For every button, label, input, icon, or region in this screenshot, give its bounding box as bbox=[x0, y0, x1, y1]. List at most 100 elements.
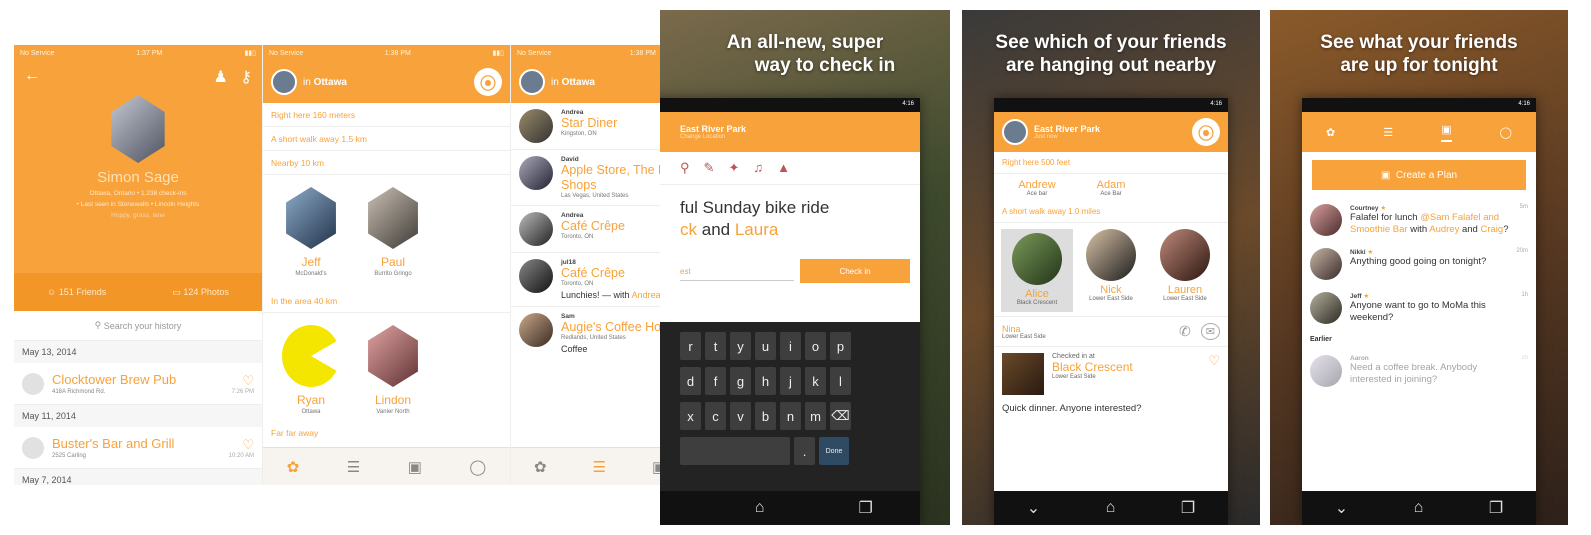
home-icon[interactable]: ⌂ bbox=[755, 499, 765, 517]
add-friend-icon[interactable]: ♟ bbox=[213, 69, 227, 86]
keyboard-key[interactable]: j bbox=[780, 367, 801, 395]
history-item[interactable]: Clocktower Brew Pub 418A Richmond Rd. ♡ … bbox=[14, 363, 262, 405]
period-key[interactable]: . bbox=[794, 437, 815, 465]
friend-card[interactable]: Paul Burrito Gringo bbox=[363, 187, 423, 277]
friend-card[interactable]: Ryan Ottawa bbox=[281, 325, 341, 415]
keyboard-key[interactable]: o bbox=[805, 332, 826, 360]
plan-message[interactable]: Nikki ★ Anything good going on tonight? … bbox=[1302, 242, 1536, 286]
message-friend-mention[interactable]: Craig bbox=[1480, 224, 1503, 235]
food-icon[interactable]: ✎ bbox=[704, 160, 715, 176]
user-avatar[interactable] bbox=[271, 69, 297, 95]
current-city[interactable]: in Ottawa bbox=[303, 77, 474, 88]
friend-detail-row[interactable]: Nina Lower East Side ✆ ✉ bbox=[994, 316, 1228, 347]
check-in-button[interactable]: ⦿ bbox=[1192, 118, 1220, 146]
recents-icon[interactable]: ❐ bbox=[1181, 498, 1195, 518]
drink-icon[interactable]: ✦ bbox=[728, 160, 739, 176]
keyboard-key[interactable]: x bbox=[680, 402, 701, 430]
key-icon[interactable]: ⚷ bbox=[240, 69, 252, 86]
recents-icon[interactable]: ❐ bbox=[1489, 498, 1503, 518]
history-search[interactable]: ⚲ Search your history bbox=[14, 311, 262, 341]
keyboard-key[interactable]: p bbox=[830, 332, 851, 360]
keyboard-key[interactable]: ⌫ bbox=[830, 402, 851, 430]
tab-nearby-icon[interactable]: ✿ bbox=[1326, 126, 1335, 139]
headline-line-2: way to check in bbox=[754, 54, 896, 76]
keyboard-key[interactable]: h bbox=[755, 367, 776, 395]
check-in-submit-button[interactable]: Check in bbox=[800, 259, 910, 284]
friend-card[interactable]: Adam Ace Bar bbox=[1075, 176, 1147, 197]
tab-messages-icon[interactable]: ◯ bbox=[469, 458, 486, 476]
tab-messages-icon[interactable]: ◯ bbox=[1500, 126, 1512, 139]
promo-check-in: An all-new, super way to check in 4:16 E… bbox=[660, 10, 950, 525]
status-time: 4:16 bbox=[1210, 101, 1222, 107]
check-in-card[interactable]: Checked in at Black Crescent Lower East … bbox=[994, 347, 1228, 401]
heart-icon[interactable]: ♡ bbox=[232, 373, 254, 389]
music-icon[interactable]: ♫ bbox=[753, 160, 763, 176]
checked-venue: Black Crescent bbox=[1052, 360, 1133, 374]
check-in-button[interactable]: ⦿ bbox=[474, 68, 502, 96]
tab-nearby-icon[interactable]: ✿ bbox=[287, 458, 300, 476]
home-icon[interactable]: ⌂ bbox=[1414, 499, 1424, 517]
plan-message-old[interactable]: Aaron Need a coffee break. Anybody inter… bbox=[1302, 349, 1536, 393]
friend-card[interactable]: Jeff McDonald's bbox=[281, 187, 341, 277]
phone-icon[interactable]: ✆ bbox=[1179, 323, 1191, 340]
keyboard-key[interactable]: f bbox=[705, 367, 726, 395]
tab-plans-icon[interactable]: ▣ bbox=[408, 458, 422, 476]
keyboard-key[interactable]: b bbox=[755, 402, 776, 430]
recents-icon[interactable]: ❐ bbox=[859, 498, 873, 518]
tab-plans-icon[interactable]: ▣ bbox=[1441, 123, 1452, 142]
android-nav-bar: ⌄ ⌂ ❐ bbox=[994, 491, 1228, 525]
plan-message[interactable]: Courtney ★ Falafel for lunch @Sam Falafe… bbox=[1302, 198, 1536, 242]
bike-icon[interactable]: ⚲ bbox=[680, 160, 690, 176]
outdoor-icon[interactable]: ▲ bbox=[777, 160, 790, 176]
keyboard-key[interactable]: t bbox=[705, 332, 726, 360]
friend-avatar bbox=[368, 325, 418, 387]
friend-card[interactable]: Lindon Vanier North bbox=[363, 325, 423, 415]
friend-card[interactable]: Andrew Ace bar bbox=[1001, 176, 1073, 197]
keyboard-key[interactable]: c bbox=[705, 402, 726, 430]
friends-count-button[interactable]: ☺ 151 Friends bbox=[47, 287, 106, 297]
keyboard-key[interactable]: y bbox=[730, 332, 751, 360]
keyboard-key[interactable]: v bbox=[730, 402, 751, 430]
heart-icon[interactable]: ♡ bbox=[1208, 353, 1220, 395]
space-key[interactable] bbox=[680, 437, 790, 465]
plan-message[interactable]: Jeff ★ Anyone want to go to MoMa this we… bbox=[1302, 286, 1536, 330]
photos-count-button[interactable]: ▭ 124 Photos bbox=[172, 287, 229, 298]
check-in-message[interactable]: ful Sunday bike ride ck and Laura bbox=[660, 185, 920, 241]
tab-bar: ✿ ☰ ▣ ◯ bbox=[263, 447, 510, 485]
feed-note-mention[interactable]: Andrea bbox=[632, 290, 661, 300]
status-time: 1:37 PM bbox=[136, 49, 163, 57]
message-avatar bbox=[1310, 355, 1342, 387]
keyboard-key[interactable]: k bbox=[805, 367, 826, 395]
sms-icon[interactable]: ✉ bbox=[1200, 323, 1220, 340]
tab-feed-icon[interactable]: ☰ bbox=[593, 458, 606, 476]
user-avatar[interactable] bbox=[1002, 119, 1028, 145]
keyboard-key[interactable]: d bbox=[680, 367, 701, 395]
done-key[interactable]: Done bbox=[819, 437, 849, 465]
home-icon[interactable]: ⌂ bbox=[1106, 499, 1116, 517]
back-arrow-icon[interactable]: ← bbox=[24, 67, 40, 87]
tag-input[interactable]: est bbox=[680, 259, 794, 282]
friend-card-selected[interactable]: Alice Black Crescent bbox=[1001, 229, 1073, 312]
user-avatar[interactable] bbox=[519, 69, 545, 95]
message-friend-mention[interactable]: Audrey bbox=[1429, 224, 1459, 235]
tab-nearby-icon[interactable]: ✿ bbox=[534, 458, 547, 476]
keyboard-key[interactable]: l bbox=[830, 367, 851, 395]
message-user-name: Courtney bbox=[1350, 205, 1379, 212]
change-location-link[interactable]: Change Location bbox=[680, 134, 912, 140]
keyboard-key[interactable]: u bbox=[755, 332, 776, 360]
history-item[interactable]: Buster's Bar and Grill 2525 Carling ♡ 10… bbox=[14, 427, 262, 469]
back-icon[interactable]: ⌄ bbox=[660, 498, 661, 518]
tab-feed-icon[interactable]: ☰ bbox=[1383, 126, 1393, 139]
keyboard-key[interactable]: g bbox=[730, 367, 751, 395]
heart-icon[interactable]: ♡ bbox=[229, 437, 254, 453]
tab-feed-icon[interactable]: ☰ bbox=[347, 458, 360, 476]
back-icon[interactable]: ⌄ bbox=[1027, 498, 1040, 518]
keyboard-key[interactable]: r bbox=[680, 332, 701, 360]
back-icon[interactable]: ⌄ bbox=[1335, 498, 1348, 518]
friend-card[interactable]: Lauren Lower East Side bbox=[1149, 229, 1221, 312]
keyboard-key[interactable]: n bbox=[780, 402, 801, 430]
friend-card[interactable]: Nick Lower East Side bbox=[1075, 229, 1147, 312]
create-plan-button[interactable]: ▣ Create a Plan bbox=[1312, 160, 1526, 190]
keyboard-key[interactable]: m bbox=[805, 402, 826, 430]
keyboard-key[interactable]: i bbox=[780, 332, 801, 360]
